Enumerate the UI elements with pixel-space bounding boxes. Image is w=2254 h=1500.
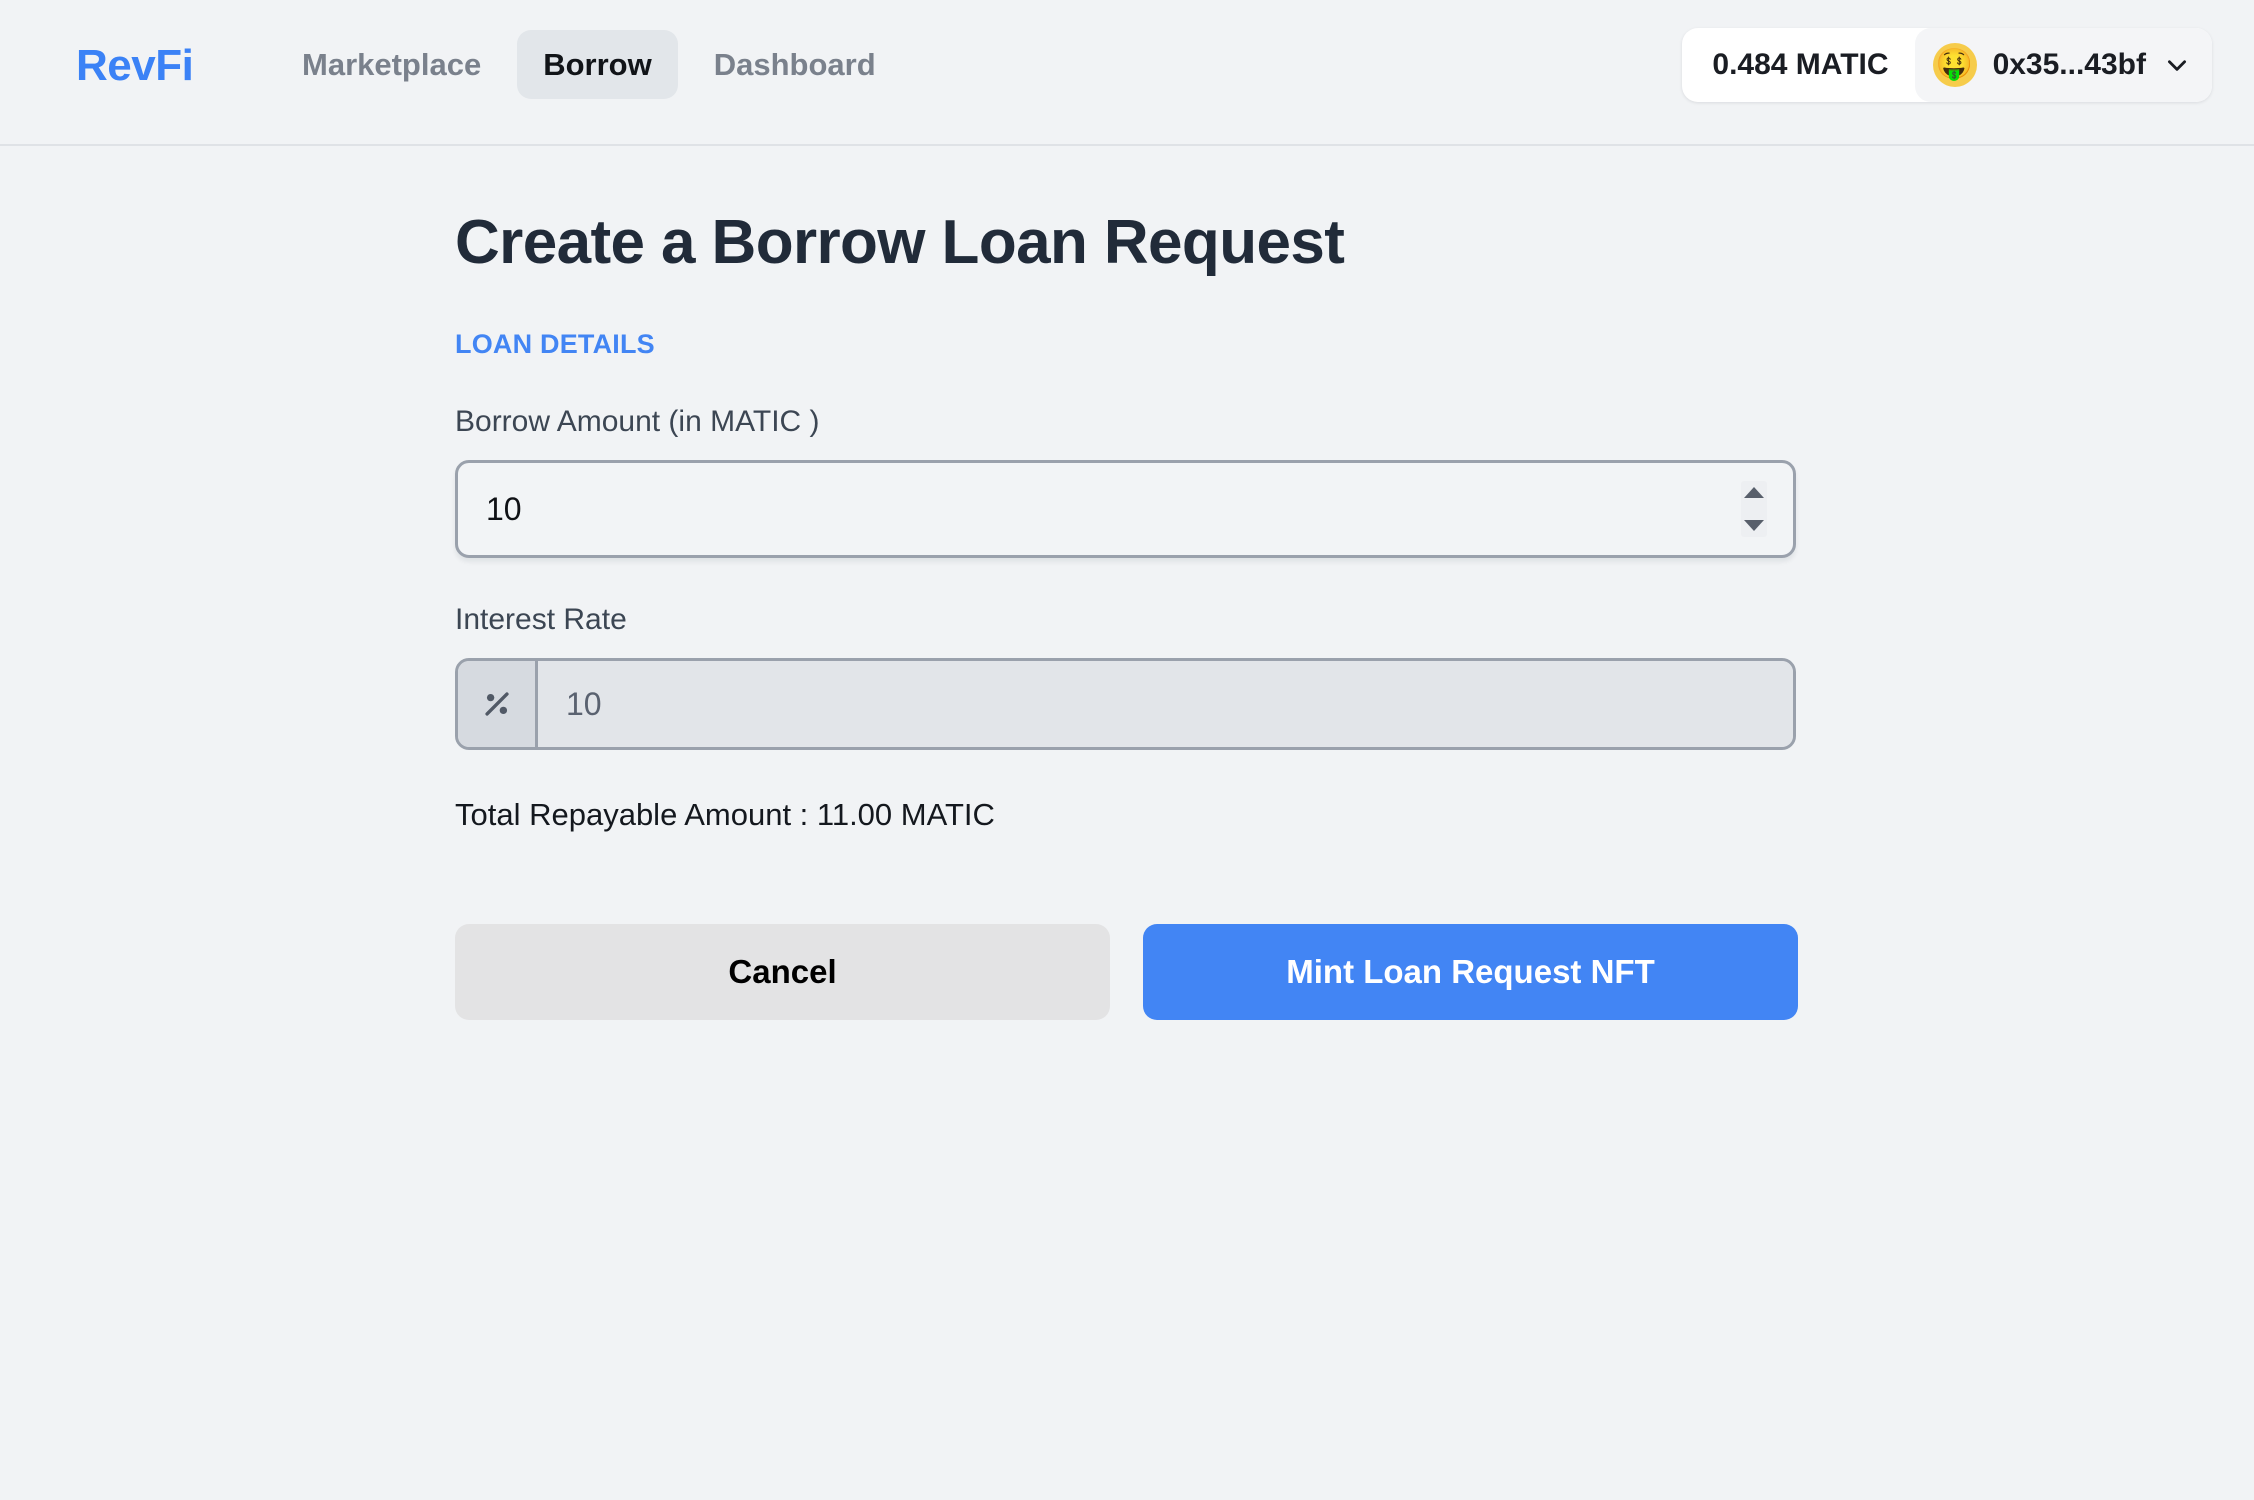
nav-item-borrow[interactable]: Borrow bbox=[517, 30, 678, 99]
wallet-address: 0x35...43bf bbox=[1992, 48, 2146, 81]
borrow-amount-label: Borrow Amount (in MATIC ) bbox=[455, 405, 820, 439]
main-navigation: Marketplace Borrow Dashboard bbox=[276, 30, 902, 99]
borrow-amount-input-wrapper[interactable] bbox=[455, 460, 1796, 559]
money-mouth-face-emoji: 🤑 bbox=[1932, 43, 1977, 87]
borrow-amount-spinner[interactable] bbox=[1741, 481, 1767, 538]
interest-rate-label: Interest Rate bbox=[455, 603, 627, 637]
cancel-button[interactable]: Cancel bbox=[455, 923, 1110, 1020]
field-group-interest-rate: Interest Rate bbox=[455, 602, 1800, 751]
page-title: Create a Borrow Loan Request bbox=[455, 208, 1345, 277]
loan-request-form: Create a Borrow Loan Request LOAN DETAIL… bbox=[455, 208, 1800, 1020]
interest-rate-input[interactable] bbox=[538, 661, 1793, 748]
interest-rate-input-wrapper[interactable] bbox=[455, 658, 1796, 751]
spinner-up-arrow-icon[interactable] bbox=[1744, 487, 1764, 499]
chevron-down-icon[interactable] bbox=[2164, 52, 2190, 78]
wallet-balance: 0.484 MATIC bbox=[1712, 48, 1889, 81]
wallet-pill[interactable]: 0.484 MATIC 🤑 0x35...43bf bbox=[1682, 28, 2212, 102]
section-label-loan-details: LOAN DETAILS bbox=[455, 329, 655, 360]
nav-item-marketplace[interactable]: Marketplace bbox=[276, 30, 507, 99]
percent-icon bbox=[484, 692, 509, 717]
site-header: RevFi Marketplace Borrow Dashboard 0.484… bbox=[0, 0, 2254, 146]
brand-logo[interactable]: RevFi bbox=[76, 44, 194, 88]
total-repayable-amount: Total Repayable Amount : 11.00 MATIC bbox=[455, 797, 995, 833]
page-body: Create a Borrow Loan Request LOAN DETAIL… bbox=[0, 146, 2254, 1500]
borrow-amount-input[interactable] bbox=[458, 463, 1793, 556]
field-group-borrow-amount: Borrow Amount (in MATIC ) bbox=[455, 404, 1800, 559]
form-actions: Cancel Mint Loan Request NFT bbox=[455, 923, 1800, 1020]
spinner-down-arrow-icon[interactable] bbox=[1744, 520, 1764, 532]
wallet-account[interactable]: 🤑 0x35...43bf bbox=[1914, 28, 2212, 102]
nav-item-dashboard[interactable]: Dashboard bbox=[688, 30, 902, 99]
interest-rate-addon bbox=[458, 661, 538, 748]
mint-loan-request-nft-button[interactable]: Mint Loan Request NFT bbox=[1143, 923, 1798, 1020]
